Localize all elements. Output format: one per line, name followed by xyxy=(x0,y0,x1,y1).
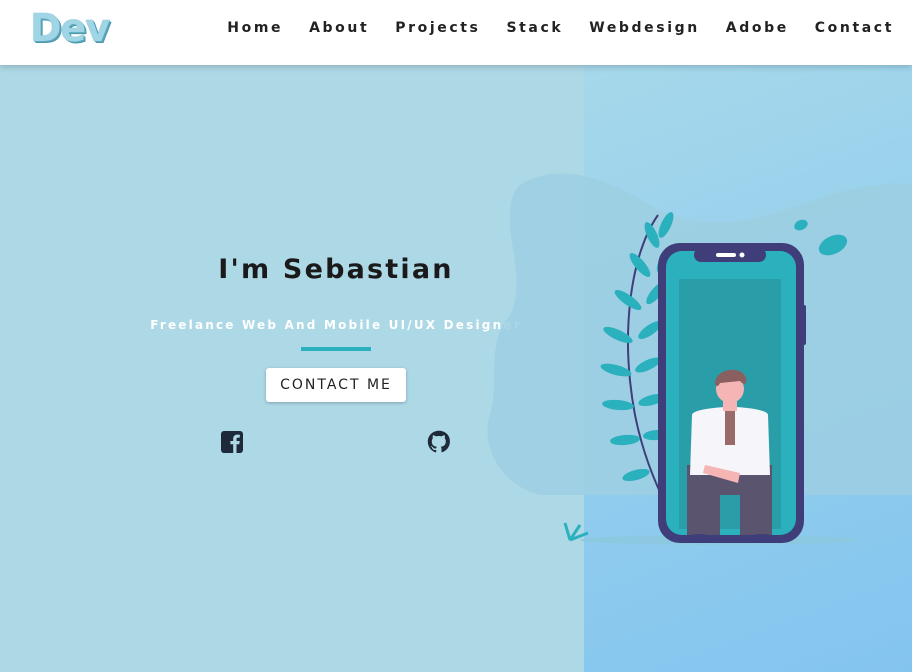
nav-links: Home About Projects Stack Webdesign Adob… xyxy=(201,20,894,36)
navbar: Dev Home About Projects Stack Webdesign … xyxy=(0,0,912,65)
nav-stack[interactable]: Stack xyxy=(506,20,563,36)
nav-adobe[interactable]: Adobe xyxy=(726,20,789,36)
github-icon[interactable] xyxy=(427,430,451,454)
hero-illustration xyxy=(487,173,912,545)
title-underline xyxy=(301,347,371,351)
facebook-icon[interactable] xyxy=(220,430,244,454)
nav-home[interactable]: Home xyxy=(227,20,283,36)
nav-projects[interactable]: Projects xyxy=(395,20,480,36)
nav-webdesign[interactable]: Webdesign xyxy=(589,20,700,36)
nav-contact[interactable]: Contact xyxy=(815,20,894,36)
nav-about[interactable]: About xyxy=(309,20,369,36)
contact-me-button[interactable]: CONTACT ME xyxy=(266,368,406,402)
logo[interactable]: Dev xyxy=(30,6,110,50)
